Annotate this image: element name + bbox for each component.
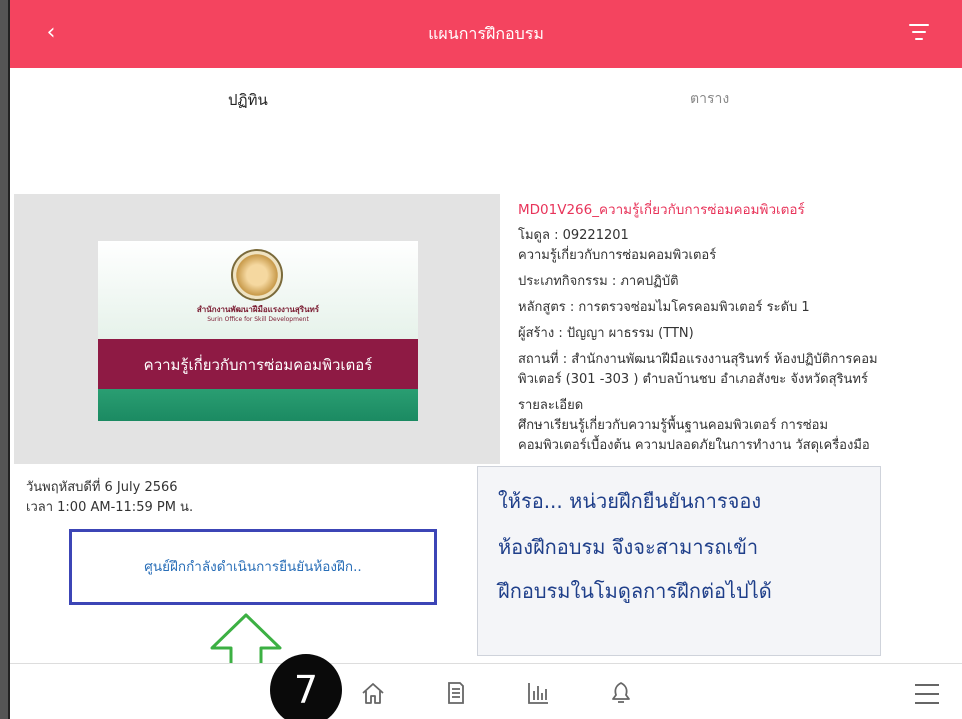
course-activity-type: ประเภทกิจกรรม : ภาคปฏิบัติ [518, 274, 679, 289]
schedule-time: เวลา 1:00 AM-11:59 PM น. [26, 500, 194, 515]
cover-top: สำนักงานพัฒนาฝีมือแรงงานสุรินทร์ Surin O… [98, 241, 418, 339]
bar-chart-icon[interactable] [525, 680, 551, 706]
tab-calendar[interactable]: ปฏิทิน [228, 88, 268, 112]
course-location-line-2: พิวเตอร์ (301 -303 ) ตำบลบ้านชบ อำเภอสัง… [518, 372, 868, 387]
course-thumbnail[interactable]: สำนักงานพัฒนาฝีมือแรงงานสุรินทร์ Surin O… [14, 194, 500, 464]
cover-title: ความรู้เกี่ยวกับการซ่อมคอมพิวเตอร์ [143, 356, 373, 374]
organization-seal-icon [231, 249, 283, 301]
cover-org-thai: สำนักงานพัฒนาฝีมือแรงงานสุรินทร์ [196, 305, 320, 314]
course-module: โมดูล : 09221201 [518, 228, 629, 243]
course-location-line-1: สถานที่ : สำนักงานพัฒนาฝีมือแรงงานสุรินท… [518, 352, 878, 367]
note-line-2: ห้องฝึกอบรม จึงจะสามารถเข้า [498, 535, 759, 559]
cover-green-band [98, 389, 418, 421]
room-confirmation-status-button[interactable]: ศูนย์ฝึกกำลังดำเนินการยืนยันห้องฝึก.. [69, 529, 437, 605]
course-details-line-2: คอมพิวเตอร์เบื้องต้น ความปลอดภัยในการทำง… [518, 438, 870, 453]
course-cover-image: สำนักงานพัฒนาฝีมือแรงงานสุรินทร์ Surin O… [98, 241, 418, 421]
view-tabs: ปฏิทิน ตาราง [10, 68, 962, 128]
course-creator: ผู้สร้าง : ปัญญา ผาธรรม (TTN) [518, 326, 694, 341]
app-screen: ‹ แผนการฝึกอบรม ปฏิทิน ตาราง สำนักงานพัฒ… [10, 0, 962, 719]
status-label: ศูนย์ฝึกกำลังดำเนินการยืนยันห้องฝึก.. [144, 559, 362, 575]
course-details-line-1: ศึกษาเรียนรู้เกี่ยวกับความรู้พื้นฐานคอมพ… [518, 418, 829, 433]
schedule-info: วันพฤหัสบดีที่ 6 July 2566 เวลา 1:00 AM-… [26, 478, 193, 518]
schedule-date: วันพฤหัสบดีที่ 6 July 2566 [26, 480, 178, 495]
app-header: ‹ แผนการฝึกอบรม [10, 0, 962, 68]
bell-icon[interactable] [608, 680, 634, 706]
course-info: MD01V266_ความรู้เกี่ยวกับการซ่อมคอมพิวเต… [518, 200, 938, 462]
cover-title-band: ความรู้เกี่ยวกับการซ่อมคอมพิวเตอร์ [98, 339, 418, 389]
course-details-label: รายละเอียด [518, 398, 584, 413]
document-icon[interactable] [442, 680, 468, 706]
note-line-1: ให้รอ... หน่วยฝึกยืนยันการจอง [498, 489, 762, 513]
course-code-title[interactable]: MD01V266_ความรู้เกี่ยวกับการซ่อมคอมพิวเต… [518, 200, 938, 220]
cover-org-english: Surin Office for Skill Development [207, 316, 309, 323]
page-title: แผนการฝึกอบรม [428, 24, 544, 43]
annotation-note: ให้รอ... หน่วยฝึกยืนยันการจอง ห้องฝึกอบร… [477, 466, 881, 656]
course-curriculum: หลักสูตร : การตรวจซ่อมไมโครคอมพิวเตอร์ ร… [518, 300, 810, 315]
home-icon[interactable] [360, 680, 386, 706]
step-number-badge: 7 [270, 654, 342, 719]
tab-table[interactable]: ตาราง [690, 88, 729, 110]
bottom-nav [10, 663, 962, 719]
course-module-name: ความรู้เกี่ยวกับการซ่อมคอมพิวเตอร์ [518, 248, 717, 263]
filter-icon[interactable] [906, 24, 932, 46]
note-line-3: ฝึกอบรมในโมดูลการฝึกต่อไปได้ [498, 579, 772, 603]
menu-icon[interactable] [915, 684, 939, 706]
